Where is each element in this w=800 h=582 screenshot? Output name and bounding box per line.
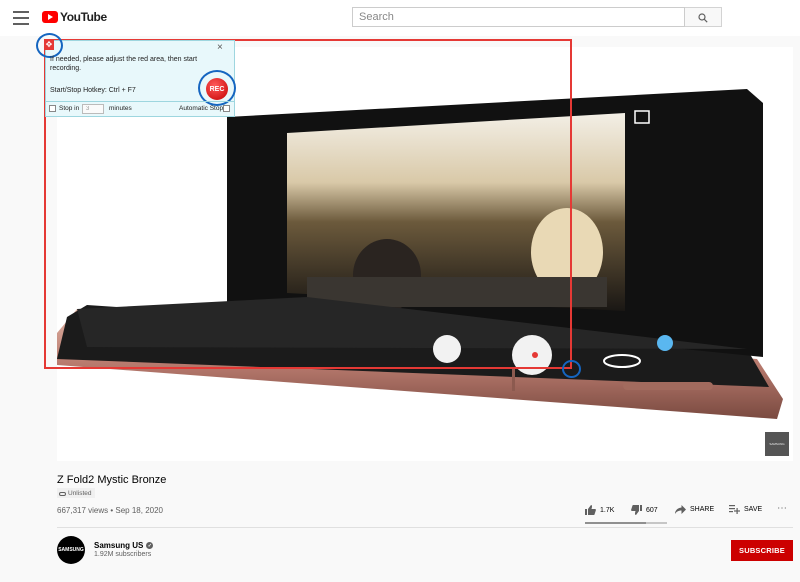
- share-label: SHARE: [690, 506, 715, 513]
- share-button[interactable]: SHARE: [675, 505, 714, 514]
- resize-handle-highlight[interactable]: [562, 360, 581, 378]
- close-icon[interactable]: ×: [217, 42, 223, 53]
- stop-in-label: Stop in: [59, 105, 80, 112]
- rec-button[interactable]: REC: [206, 78, 228, 100]
- subscribe-button[interactable]: SUBSCRIBE: [731, 540, 793, 561]
- divider: [57, 527, 793, 528]
- minutes-label: minutes: [109, 105, 132, 112]
- like-count: 1.7K: [600, 506, 615, 514]
- view-count-date: 667,317 views • Sep 18, 2020: [57, 506, 163, 515]
- unlisted-label: Unlisted: [68, 490, 92, 497]
- video-title: Z Fold2 Mystic Bronze: [57, 474, 167, 486]
- recorder-divider: [45, 101, 235, 102]
- dislike-button[interactable]: 607: [631, 505, 658, 515]
- verified-icon: ✓: [146, 542, 154, 549]
- recorder-message: If needed, please adjust the red area, t…: [50, 56, 198, 72]
- samsung-watermark: SAMSUNG: [765, 432, 789, 456]
- search-icon: [698, 13, 708, 23]
- automatic-stop-label: Automatic Stop: [179, 105, 224, 112]
- play-logo-icon: [42, 11, 58, 23]
- hotkey-label: Start/Stop Hotkey: Ctrl + F7: [50, 87, 136, 94]
- stop-row: Stop in minutes Automatic Stop: [49, 104, 231, 114]
- channel-name[interactable]: Samsung US ✓: [94, 541, 154, 550]
- masthead: YouTube: [0, 0, 800, 36]
- youtube-logo[interactable]: YouTube: [42, 10, 107, 24]
- search-button[interactable]: [685, 7, 722, 27]
- automatic-stop-checkbox[interactable]: [223, 105, 230, 112]
- subscriber-count: 1.92M subscribers: [94, 551, 152, 558]
- logo-text: YouTube: [60, 10, 107, 24]
- stop-in-checkbox[interactable]: [49, 105, 56, 112]
- thumbs-up-icon: [585, 505, 596, 515]
- stop-in-minutes-stepper[interactable]: [82, 104, 104, 114]
- channel-name-text: Samsung US: [94, 541, 144, 550]
- more-actions-icon[interactable]: ⋯: [777, 503, 787, 514]
- menu-icon[interactable]: [13, 11, 29, 25]
- playlist-add-icon: [729, 505, 740, 514]
- unlisted-badge: Unlisted: [57, 488, 96, 498]
- channel-avatar[interactable]: SAMSUNG: [57, 536, 85, 564]
- search-input[interactable]: [352, 7, 685, 27]
- dislike-count: 607: [646, 506, 658, 514]
- save-label: SAVE: [744, 506, 763, 513]
- thumbs-down-icon: [631, 505, 642, 515]
- like-button[interactable]: 1.7K: [585, 505, 614, 515]
- link-icon: [59, 491, 66, 496]
- share-icon: [675, 505, 686, 514]
- save-button[interactable]: SAVE: [729, 505, 762, 514]
- like-ratio-fill: [585, 522, 646, 524]
- like-ratio-bar: [585, 522, 667, 524]
